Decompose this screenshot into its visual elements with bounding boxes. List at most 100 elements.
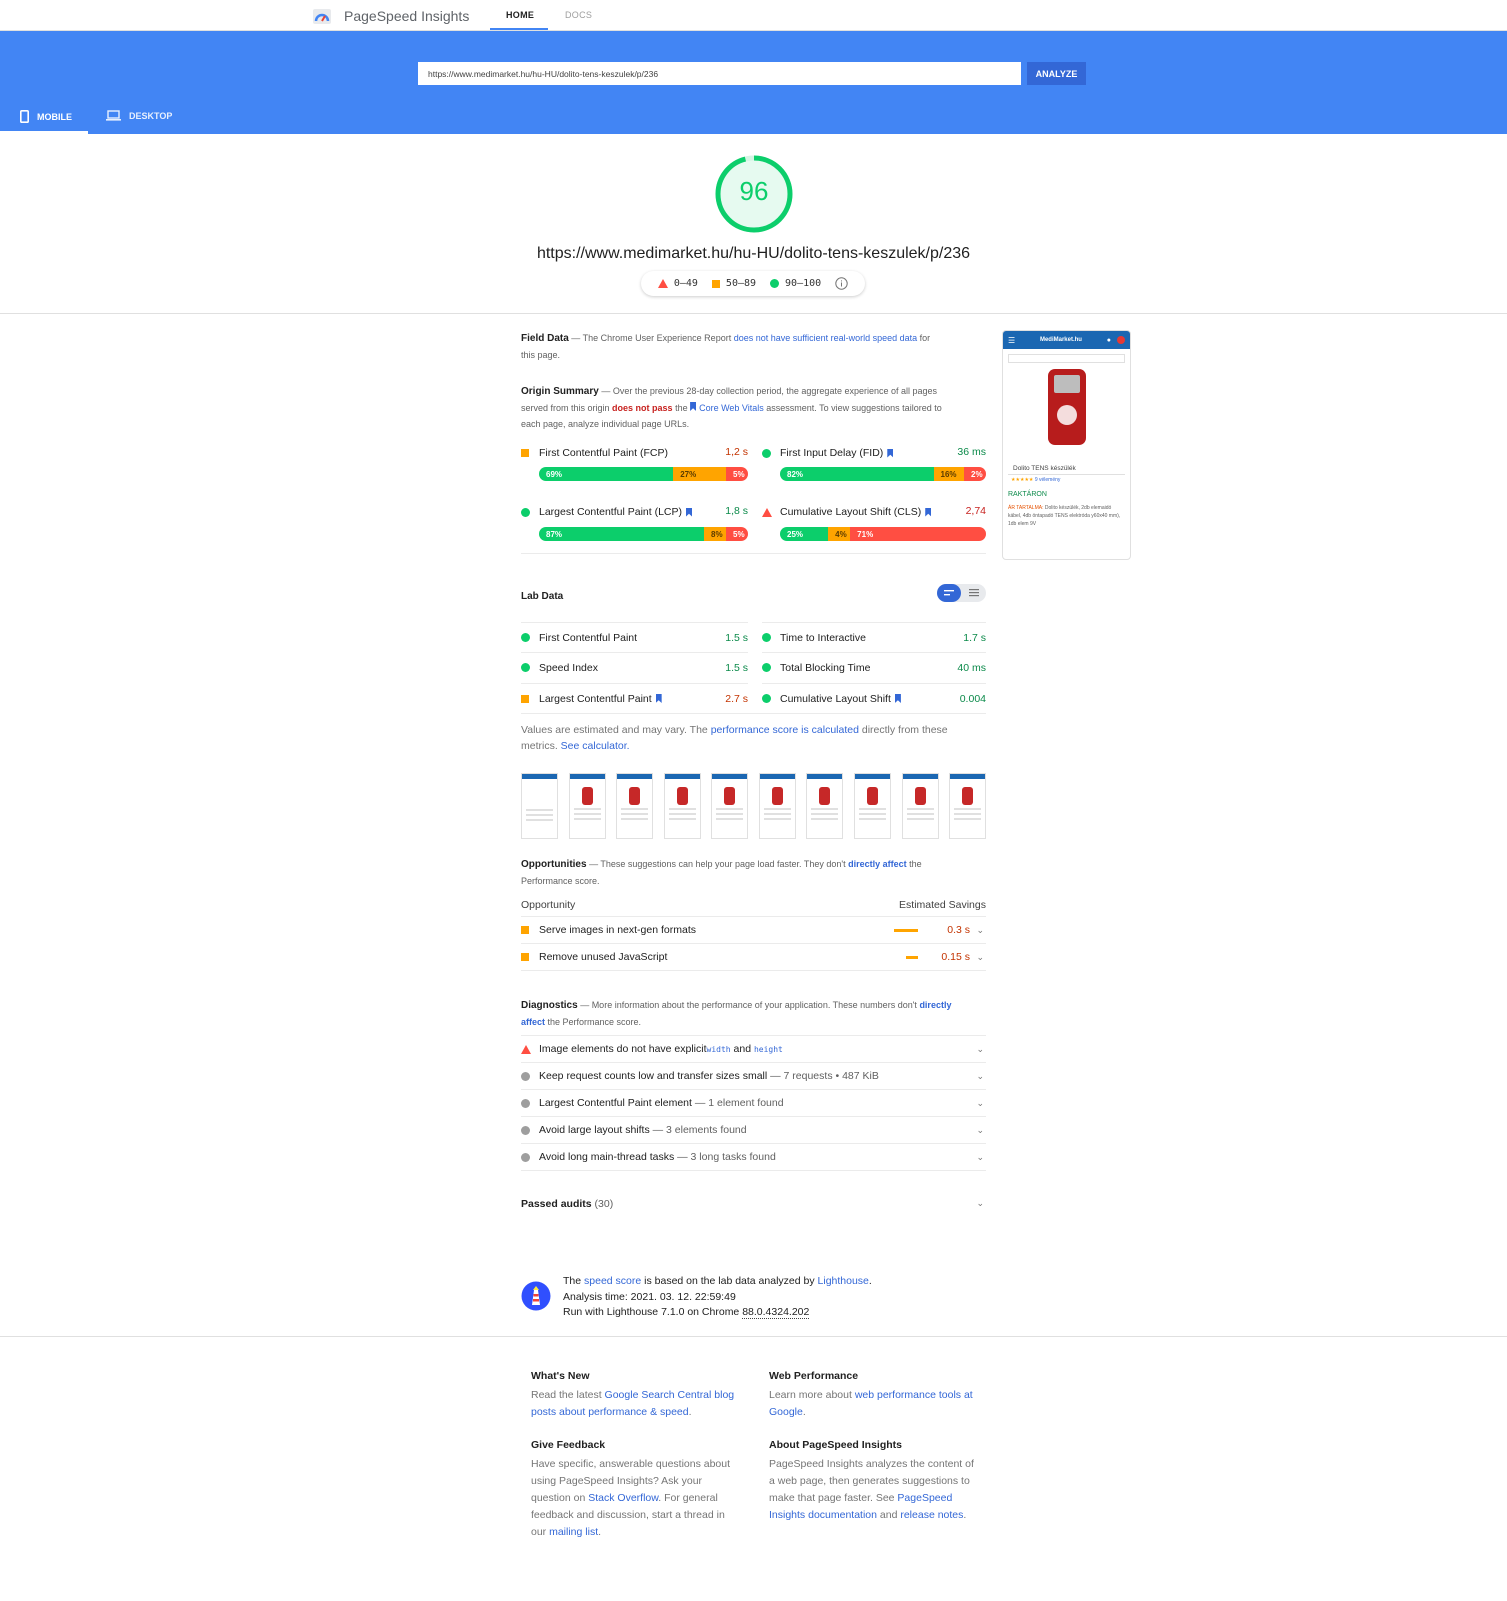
lcp-average-pct: 8% (711, 529, 723, 539)
footer-feedback-title: Give Feedback (531, 1439, 606, 1451)
legend-fail: 0–49 (657, 278, 698, 289)
stack-overflow-link[interactable]: Stack Overflow (588, 1492, 658, 1504)
field-lcp-metric[interactable]: Largest Contentful Paint (LCP) 1,8 s (521, 505, 748, 519)
opportunity-unused-javascript[interactable]: Remove unused JavaScript 0.15 s ⌄ (521, 943, 986, 970)
fcp-fast-segment: 69% (539, 467, 674, 481)
nav-home-tab[interactable]: HOME (506, 10, 534, 20)
core-web-vital-bookmark-icon (686, 507, 692, 517)
lab-speed-index[interactable]: Speed Index 1.5 s (521, 652, 748, 682)
directly-affect-link[interactable]: directly affect (848, 859, 907, 869)
opportunity-savings: 0.15 s (941, 951, 970, 963)
chevron-down-icon[interactable]: ⌄ (976, 952, 984, 963)
fid-fast-segment: 82% (780, 467, 934, 481)
chevron-down-icon[interactable]: ⌄ (976, 925, 984, 936)
nav-docs-tab[interactable]: DOCS (565, 10, 592, 20)
diagnostic-label-mid: and (730, 1043, 754, 1055)
release-notes-link[interactable]: release notes (900, 1509, 963, 1521)
core-web-vital-bookmark-icon (925, 507, 932, 517)
chevron-down-icon[interactable]: ⌄ (976, 1098, 984, 1109)
lab-fcp-label: First Contentful Paint (539, 631, 638, 644)
diagnostic-label: Avoid long main-thread tasks (539, 1151, 675, 1163)
cls-average-segment: 4% (828, 527, 851, 541)
diagnostic-lcp-element[interactable]: Largest Contentful Paint element — 1 ele… (521, 1089, 986, 1116)
info-circle-icon (521, 1071, 530, 1081)
analyze-button[interactable]: ANALYZE (1027, 62, 1086, 85)
fcp-average-pct: 27% (680, 469, 697, 479)
core-web-vital-bookmark-icon (887, 448, 894, 458)
legend-fail-label: 0–49 (673, 278, 698, 289)
info-icon[interactable] (835, 277, 848, 290)
pagespeed-logo-icon[interactable] (312, 6, 332, 26)
cart-icon (1117, 336, 1125, 344)
lab-view-toggle[interactable] (937, 584, 986, 602)
lab-tti[interactable]: Time to Interactive 1.7 s (762, 622, 986, 652)
field-cls-distribution: 25% 4% 71% (780, 527, 986, 541)
lab-tbt[interactable]: Total Blocking Time 40 ms (762, 652, 986, 682)
fail-triangle-icon (762, 507, 772, 517)
chevron-down-icon[interactable]: ⌄ (976, 1152, 984, 1163)
lcp-slow-pct: 5% (733, 529, 745, 539)
expanded-view-icon[interactable] (961, 584, 986, 602)
diagnostic-main-thread-tasks[interactable]: Avoid long main-thread tasks — 3 long ta… (521, 1143, 986, 1170)
lcp-slow-segment: 5% (726, 527, 748, 541)
lab-data-header: Lab Data (521, 588, 986, 605)
score-legend: 0–49 50–89 90–100 (641, 271, 865, 296)
score-calculated-link[interactable]: performance score is calculated (711, 724, 859, 736)
passed-audits[interactable]: Passed audits (30) ⌄ (521, 1198, 986, 1210)
filmstrip-frame (854, 773, 891, 839)
footer-web-performance: Web Performance Learn more about web per… (769, 1368, 974, 1421)
legend-pass: 90–100 (770, 278, 821, 289)
footer-text: . (963, 1509, 967, 1521)
col-opportunity: Opportunity (521, 899, 576, 911)
opportunity-label: Serve images in next-gen formats (539, 924, 696, 936)
lab-cls[interactable]: Cumulative Layout Shift 0.004 (762, 683, 986, 713)
info-circle-icon (521, 1152, 530, 1162)
origin-summary-title: Origin Summary (521, 386, 599, 397)
tab-desktop[interactable]: DESKTOP (106, 110, 172, 121)
mailing-list-link[interactable]: mailing list (549, 1526, 598, 1538)
pass-circle-icon (762, 694, 771, 703)
see-calculator-link[interactable]: See calculator. (561, 740, 630, 752)
speed-score-link[interactable]: speed score (584, 1275, 641, 1287)
footer-about: About PageSpeed Insights PageSpeed Insig… (769, 1437, 979, 1524)
field-data-text: — The Chrome User Experience Report (568, 333, 734, 343)
field-lcp-value: 1,8 s (725, 505, 748, 517)
field-data-link[interactable]: does not have sufficient real-world spee… (734, 333, 917, 343)
lab-fcp-value: 1.5 s (725, 631, 748, 644)
field-fid-value: 36 ms (957, 446, 986, 458)
pass-circle-icon (762, 663, 771, 672)
lab-data-title: Lab Data (521, 591, 564, 602)
core-web-vitals-link[interactable]: Core Web Vitals (699, 403, 764, 413)
lab-fcp[interactable]: First Contentful Paint 1.5 s (521, 622, 748, 652)
tab-desktop-label: DESKTOP (129, 110, 173, 121)
diagnostic-request-counts[interactable]: Keep request counts low and transfer siz… (521, 1062, 986, 1089)
chrome-version[interactable]: 88.0.4324.202 (742, 1306, 810, 1319)
chevron-down-icon[interactable]: ⌄ (976, 1198, 984, 1209)
field-fid-metric[interactable]: First Input Delay (FID) 36 ms (762, 446, 986, 460)
lab-cls-label: Cumulative Layout Shift (780, 692, 891, 705)
lh-text-b: is based on the lab data analyzed by (641, 1275, 818, 1287)
app-title[interactable]: PageSpeed Insights (344, 8, 469, 24)
diagnostic-layout-shifts[interactable]: Avoid large layout shifts — 3 elements f… (521, 1116, 986, 1143)
compact-view-icon[interactable] (937, 584, 961, 602)
field-cls-metric[interactable]: Cumulative Layout Shift (CLS) 2,74 (762, 505, 986, 519)
savings-bar (906, 955, 918, 959)
opportunity-next-gen-images[interactable]: Serve images in next-gen formats 0.3 s ⌄ (521, 916, 986, 943)
final-screenshot-preview: ☰ MediMarket.hu ● Dolito TENS készülék ★… (1002, 330, 1131, 560)
preview-site-header: ☰ MediMarket.hu ● (1003, 331, 1130, 349)
diagnostic-image-dimensions[interactable]: Image elements do not have explicit widt… (521, 1035, 986, 1062)
footer-text: . (688, 1406, 692, 1418)
field-fcp-metric[interactable]: First Contentful Paint (FCP) 1,2 s (521, 446, 748, 460)
chevron-down-icon[interactable]: ⌄ (976, 1071, 984, 1082)
lighthouse-link[interactable]: Lighthouse (818, 1275, 869, 1287)
lab-tbt-value: 40 ms (957, 661, 986, 674)
opportunity-label: Remove unused JavaScript (539, 951, 668, 963)
lighthouse-line-1: The speed score is based on the lab data… (563, 1274, 872, 1290)
chevron-down-icon[interactable]: ⌄ (976, 1044, 984, 1055)
device-tab-indicator (0, 131, 88, 134)
lab-lcp[interactable]: Largest Contentful Paint 2.7 s (521, 683, 748, 713)
tab-mobile[interactable]: MOBILE (20, 110, 72, 123)
diagnostic-detail: — 1 element found (691, 1097, 784, 1109)
url-input[interactable] (418, 62, 1021, 85)
chevron-down-icon[interactable]: ⌄ (976, 1125, 984, 1136)
